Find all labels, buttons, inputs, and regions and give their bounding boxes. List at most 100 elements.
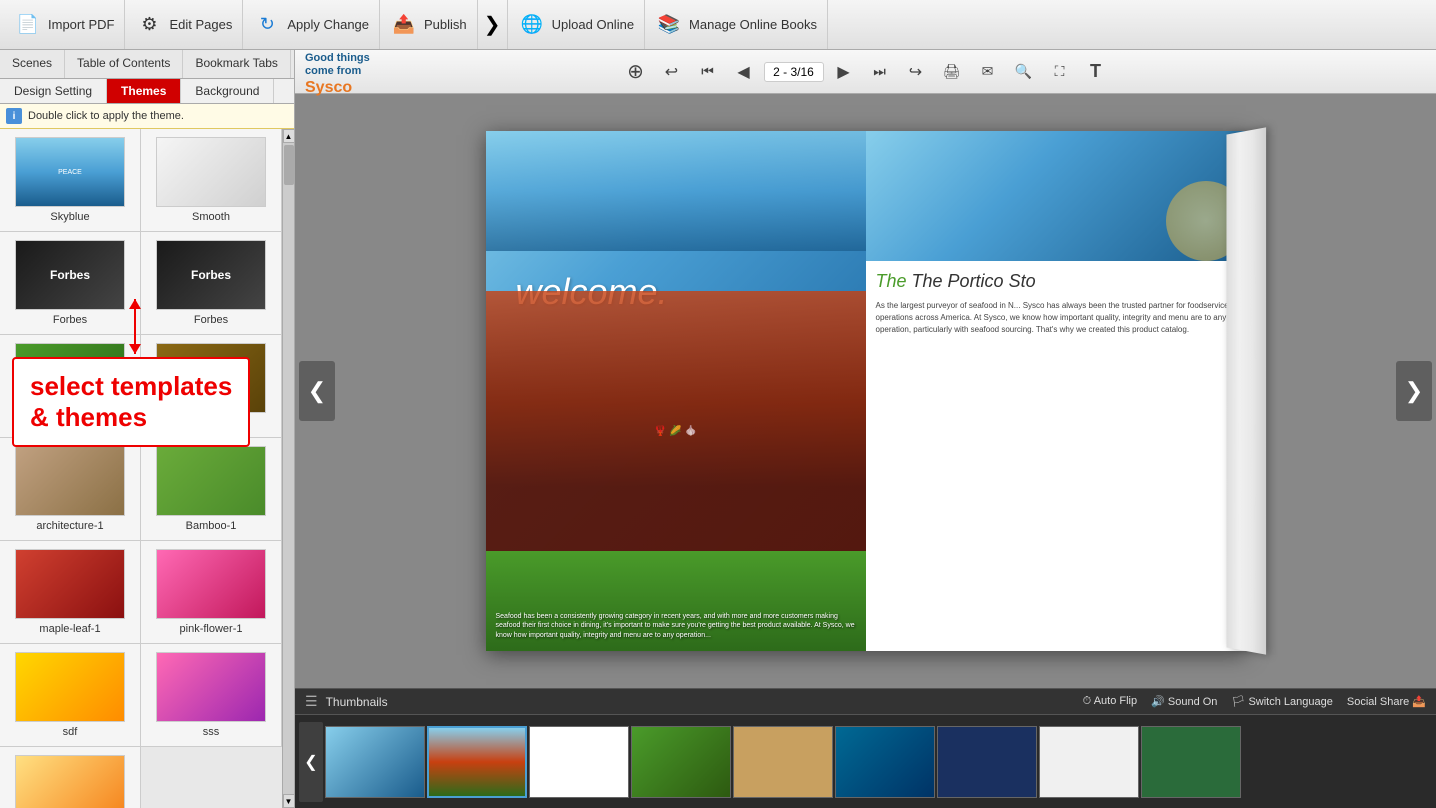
tab-bookmark[interactable]: Bookmark Tabs bbox=[183, 50, 290, 78]
text-button[interactable]: T bbox=[1080, 56, 1112, 88]
theme-thumb-verdant bbox=[15, 343, 125, 413]
manage-online-label: Manage Online Books bbox=[689, 17, 817, 32]
import-pdf-icon: 📄 bbox=[14, 11, 42, 39]
book-viewer: ❮ welcome. 🦞 🌽 🧄 Seafood has been a cons… bbox=[295, 94, 1436, 688]
tab-row-1: Scenes Table of Contents Bookmark Tabs ▼ bbox=[0, 50, 294, 79]
thumb-item-8[interactable] bbox=[1039, 726, 1139, 798]
thumb-item-4[interactable] bbox=[631, 726, 731, 798]
thumb-filter-icon: ☰ bbox=[305, 693, 318, 710]
publish-button[interactable]: 📤 Publish bbox=[380, 0, 478, 49]
tab-toc[interactable]: Table of Contents bbox=[65, 50, 183, 78]
theme-label-skyblue: Skyblue bbox=[50, 211, 89, 223]
left-panel: Scenes Table of Contents Bookmark Tabs ▼… bbox=[0, 50, 295, 808]
tab-design-setting[interactable]: Design Setting bbox=[0, 79, 107, 103]
hint-text: Double click to apply the theme. bbox=[28, 110, 184, 122]
theme-thumb-arch1 bbox=[15, 446, 125, 516]
theme-label-bamboo1: Bamboo-1 bbox=[186, 520, 237, 532]
theme-cell-forbes2[interactable]: Forbes Forbes bbox=[141, 232, 282, 335]
zoom-in-button[interactable]: ⊕ bbox=[620, 56, 652, 88]
theme-cell-smooth[interactable]: Smooth bbox=[141, 129, 282, 232]
theme-cell-straw1[interactable]: straw-1 bbox=[0, 747, 141, 808]
caption-text: Seafood has been a consistently growing … bbox=[496, 612, 856, 641]
theme-label-maple1: maple-leaf-1 bbox=[39, 623, 100, 635]
hint-icon: i bbox=[6, 108, 22, 124]
sound-icon: 🔊 bbox=[1151, 696, 1165, 708]
theme-label-smooth: Smooth bbox=[192, 211, 230, 223]
thumbnail-bar: ☰ Thumbnails ⏱ Auto Flip 🔊 Sound On 🏳 Sw… bbox=[295, 688, 1436, 808]
email-button[interactable]: ✉ bbox=[972, 56, 1004, 88]
thumb-item-2[interactable] bbox=[427, 726, 527, 798]
thumb-item-9[interactable] bbox=[1141, 726, 1241, 798]
thumb-header: ☰ Thumbnails ⏱ Auto Flip 🔊 Sound On 🏳 Sw… bbox=[295, 689, 1436, 715]
scroll-down-button[interactable]: ▼ bbox=[283, 794, 295, 808]
right-page-title: The The Portico Sto bbox=[876, 271, 1236, 292]
print-button[interactable]: 🖨 bbox=[936, 56, 968, 88]
theme-cell-skyblue[interactable]: PEACESkyblue bbox=[0, 129, 141, 232]
more-arrow-button[interactable]: ❯ bbox=[478, 0, 508, 49]
theme-label-forbes1: Forbes bbox=[53, 314, 87, 326]
theme-cell-arch1[interactable]: architecture-1 bbox=[0, 438, 141, 541]
scroll-thumb[interactable] bbox=[284, 145, 294, 185]
theme-cell-maple1[interactable]: maple-leaf-1 bbox=[0, 541, 141, 644]
tab-themes[interactable]: Themes bbox=[107, 79, 181, 103]
theme-label-woody: Woody bbox=[194, 417, 228, 429]
switch-language-button[interactable]: 🏳 Switch Language bbox=[1231, 695, 1332, 708]
theme-cell-verdant[interactable]: Verdant bbox=[0, 335, 141, 438]
first-page-button[interactable]: ⏮ bbox=[692, 56, 724, 88]
thumb-item-3[interactable] bbox=[529, 726, 629, 798]
upload-online-button[interactable]: 🌐 Upload Online bbox=[508, 0, 645, 49]
thumbnails-label: Thumbnails bbox=[326, 695, 388, 709]
sound-on-button[interactable]: 🔊 Sound On bbox=[1151, 695, 1217, 708]
apply-change-button[interactable]: ↻ Apply Change bbox=[243, 0, 380, 49]
edit-pages-button[interactable]: ⚙ Edit Pages bbox=[125, 0, 243, 49]
thumb-prev-button[interactable]: ❮ bbox=[299, 722, 323, 802]
theme-label-forbes2: Forbes bbox=[194, 314, 228, 326]
theme-label-sdf: sdf bbox=[63, 726, 78, 738]
thumb-item-6[interactable] bbox=[835, 726, 935, 798]
import-pdf-button[interactable]: 📄 Import PDF bbox=[4, 0, 125, 49]
fullscreen-button[interactable]: ⛶ bbox=[1044, 56, 1076, 88]
tab-row-2: Design Setting Themes Background bbox=[0, 79, 294, 104]
tab-background[interactable]: Background bbox=[181, 79, 274, 103]
import-pdf-label: Import PDF bbox=[48, 17, 114, 32]
redo-button[interactable]: ↪ bbox=[900, 56, 932, 88]
theme-label-sss: sss bbox=[203, 726, 220, 738]
theme-cell-sdf[interactable]: sdf bbox=[0, 644, 141, 747]
scroll-up-button[interactable]: ▲ bbox=[283, 129, 295, 143]
flag-icon: 🏳 bbox=[1231, 696, 1245, 708]
theme-thumb-forbes2: Forbes bbox=[156, 240, 266, 310]
prev-page-nav-button[interactable]: ❮ bbox=[299, 361, 335, 421]
next-page-nav-button[interactable]: ❯ bbox=[1396, 361, 1432, 421]
thumb-item-5[interactable] bbox=[733, 726, 833, 798]
search-button[interactable]: 🔍 bbox=[1008, 56, 1040, 88]
next-page-button[interactable]: ▶ bbox=[828, 56, 860, 88]
edit-pages-icon: ⚙ bbox=[135, 11, 163, 39]
undo-button[interactable]: ↩ bbox=[656, 56, 688, 88]
hint-bar: i Double click to apply the theme. bbox=[0, 104, 294, 129]
theme-grid: PEACESkyblueSmoothForbesForbesForbesForb… bbox=[0, 129, 282, 808]
theme-cell-sss[interactable]: sss bbox=[141, 644, 282, 747]
right-page-body: As the largest purveyor of seafood in N.… bbox=[876, 300, 1236, 336]
tab-scenes[interactable]: Scenes bbox=[0, 50, 65, 78]
folded-pages bbox=[1226, 127, 1266, 654]
theme-thumb-sdf bbox=[15, 652, 125, 722]
edit-pages-label: Edit Pages bbox=[169, 17, 232, 32]
theme-thumb-pinkflower1 bbox=[156, 549, 266, 619]
sound-label: Sound On bbox=[1168, 696, 1218, 708]
main-toolbar: 📄 Import PDF ⚙ Edit Pages ↻ Apply Change… bbox=[0, 0, 1436, 50]
theme-cell-bamboo1[interactable]: Bamboo-1 bbox=[141, 438, 282, 541]
theme-label-verdant: Verdant bbox=[51, 417, 89, 429]
thumb-item-7[interactable] bbox=[937, 726, 1037, 798]
theme-cell-pinkflower1[interactable]: pink-flower-1 bbox=[141, 541, 282, 644]
last-page-button[interactable]: ⏭ bbox=[864, 56, 896, 88]
thumb-item-1[interactable] bbox=[325, 726, 425, 798]
upload-online-icon: 🌐 bbox=[518, 11, 546, 39]
manage-online-button[interactable]: 📚 Manage Online Books bbox=[645, 0, 828, 49]
theme-cell-forbes1[interactable]: ForbesForbes bbox=[0, 232, 141, 335]
book-right-page: The The Portico Sto As the largest purve… bbox=[866, 131, 1246, 651]
auto-flip-button[interactable]: ⏱ Auto Flip bbox=[1083, 695, 1137, 708]
social-share-button[interactable]: Social Share 📤 bbox=[1347, 695, 1426, 708]
theme-cell-woody[interactable]: Woody bbox=[141, 335, 282, 438]
page-indicator: 2 - 3/16 bbox=[764, 62, 824, 82]
prev-page-button[interactable]: ◀ bbox=[728, 56, 760, 88]
